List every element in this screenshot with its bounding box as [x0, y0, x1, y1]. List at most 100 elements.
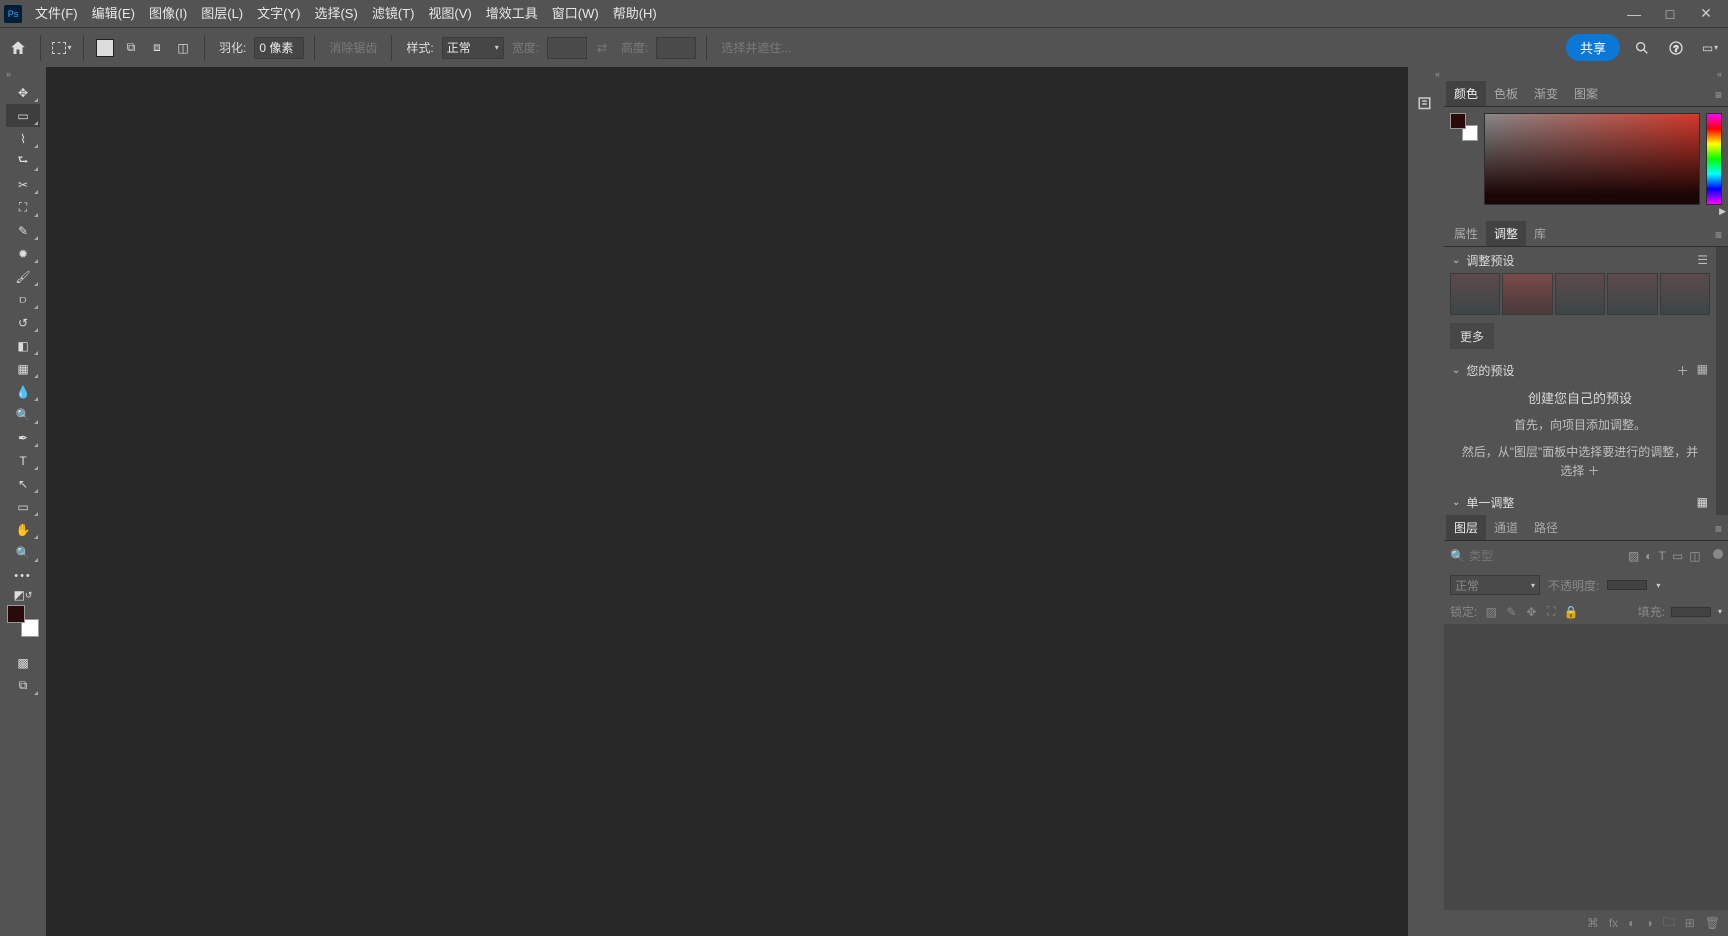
move-tool[interactable]: ✥ [6, 81, 40, 104]
home-button[interactable] [6, 36, 30, 60]
filter-pixel-icon[interactable]: ▨ [1628, 549, 1639, 563]
single-adjust-header[interactable]: ⌄ 单一调整 ▦ [1444, 489, 1716, 515]
add-preset-icon[interactable]: ＋ [1677, 362, 1689, 379]
brush-tool[interactable]: 🖌 [6, 265, 40, 288]
menu-window[interactable]: 窗口(W) [545, 0, 606, 27]
close-button[interactable]: ✕ [1688, 0, 1724, 27]
menu-layer[interactable]: 图层(L) [194, 0, 250, 27]
filter-adjust-icon[interactable]: ◐ [1645, 549, 1652, 563]
tool-preset-picker[interactable]: ▾ [51, 37, 73, 59]
tab-channels[interactable]: 通道 [1486, 515, 1526, 540]
history-brush-tool[interactable]: ↺ [6, 311, 40, 334]
menu-file[interactable]: 文件(F) [28, 0, 85, 27]
marquee-tool[interactable]: ▭ [6, 104, 40, 127]
layers-footer: ⌘ fx ◐ ◑ 🗀 ⊞ 🗑 [1444, 910, 1728, 936]
history-panel-icon[interactable] [1413, 91, 1439, 117]
menu-help[interactable]: 帮助(H) [606, 0, 664, 27]
hand-tool[interactable]: ✋ [6, 518, 40, 541]
filter-toggle[interactable] [1713, 549, 1723, 559]
pen-tool[interactable]: ✒ [6, 426, 40, 449]
filter-shape-icon[interactable]: ▭ [1672, 549, 1683, 563]
healing-brush-tool[interactable]: ✹ [6, 242, 40, 265]
filter-type-icon[interactable]: T [1659, 549, 1666, 563]
screenmode-button[interactable]: ⧉ [6, 674, 40, 697]
tab-gradients[interactable]: 渐变 [1526, 81, 1566, 106]
add-selection-button[interactable]: ⧉ [120, 37, 142, 59]
search-icon[interactable] [1630, 36, 1654, 60]
quickmask-button[interactable]: ▩ [6, 651, 40, 674]
eyedropper-tool[interactable]: ✎ [6, 219, 40, 242]
menu-image[interactable]: 图像(I) [142, 0, 194, 27]
tab-adjustments[interactable]: 调整 [1486, 221, 1526, 246]
chevron-down-icon: ⌄ [1452, 497, 1460, 508]
canvas-area[interactable] [46, 67, 1408, 936]
frame-tool[interactable]: ⛶ [6, 196, 40, 219]
preset-thumb[interactable] [1607, 273, 1657, 315]
more-presets-button[interactable]: 更多 [1450, 323, 1494, 349]
path-select-tool[interactable]: ↖ [6, 472, 40, 495]
type-tool[interactable]: T [6, 449, 40, 472]
zoom-tool[interactable]: 🔍 [6, 541, 40, 564]
layers-list[interactable] [1444, 624, 1728, 910]
blur-tool[interactable]: 💧 [6, 380, 40, 403]
tab-patterns[interactable]: 图案 [1566, 81, 1606, 106]
grid-view-icon[interactable]: ▦ [1697, 495, 1708, 509]
help-icon[interactable]: ? [1664, 36, 1688, 60]
eraser-tool[interactable]: ◧ [6, 334, 40, 357]
toolbar-collapse-handle[interactable]: » [0, 67, 46, 81]
share-button[interactable]: 共享 [1566, 34, 1620, 61]
adjust-presets-header[interactable]: ⌄ 调整预设 ☰ [1444, 247, 1716, 273]
tab-libraries[interactable]: 库 [1526, 221, 1554, 246]
tab-properties[interactable]: 属性 [1446, 221, 1486, 246]
preset-thumb[interactable] [1660, 273, 1710, 315]
preset-thumb[interactable] [1450, 273, 1500, 315]
tab-color[interactable]: 颜色 [1446, 81, 1486, 106]
list-view-icon[interactable]: ☰ [1697, 253, 1708, 267]
object-select-tool[interactable]: ⮑ [6, 150, 40, 173]
menu-select[interactable]: 选择(S) [307, 0, 364, 27]
menu-plugins[interactable]: 增效工具 [479, 0, 545, 27]
adjust-scrollbar[interactable] [1716, 247, 1728, 515]
menu-edit[interactable]: 编辑(E) [85, 0, 142, 27]
menu-type[interactable]: 文字(Y) [250, 0, 307, 27]
intersect-selection-button[interactable]: ◫ [172, 37, 194, 59]
filter-smart-icon[interactable]: ◫ [1689, 549, 1700, 563]
layers-panel-menu-icon[interactable]: ≡ [1709, 518, 1728, 540]
dodge-tool[interactable]: 🔍 [6, 403, 40, 426]
fg-bg-swatch[interactable] [7, 605, 39, 637]
grid-view-icon[interactable]: ▦ [1697, 362, 1708, 379]
clone-stamp-tool[interactable]: ⫐ [6, 288, 40, 311]
rectangle-tool[interactable]: ▭ [6, 495, 40, 518]
middock-collapse-handle[interactable]: « [1408, 67, 1444, 81]
style-select[interactable]: 正常▾ [442, 37, 504, 59]
lasso-tool[interactable]: ⌇ [6, 127, 40, 150]
color-panel-menu-icon[interactable]: ≡ [1709, 84, 1728, 106]
color-fgbg[interactable] [1450, 113, 1478, 141]
minimize-button[interactable]: — [1616, 0, 1652, 27]
tab-layers[interactable]: 图层 [1446, 515, 1486, 540]
new-selection-button[interactable] [94, 37, 116, 59]
subtract-selection-button[interactable]: ⧈ [146, 37, 168, 59]
menu-filter[interactable]: 滤镜(T) [365, 0, 422, 27]
tab-swatches[interactable]: 色板 [1486, 81, 1526, 106]
search-icon[interactable]: 🔍 [1450, 549, 1465, 563]
properties-panel-tabs: 属性 调整 库 ≡ [1444, 221, 1728, 247]
preset-thumb[interactable] [1502, 273, 1552, 315]
edit-toolbar[interactable]: ••• [6, 564, 40, 587]
rightcol-collapse-handle[interactable]: « [1444, 67, 1728, 81]
default-colors-icon[interactable]: ◩ ↺ [6, 587, 40, 603]
workspace-switcher-icon[interactable]: ▭▾ [1698, 36, 1722, 60]
gradient-tool[interactable]: ▦ [6, 357, 40, 380]
your-presets-header[interactable]: ⌄ 您的预设 ＋ ▦ [1444, 357, 1716, 383]
crop-tool[interactable]: ✂ [6, 173, 40, 196]
menu-view[interactable]: 视图(V) [421, 0, 478, 27]
color-picker[interactable] [1484, 113, 1700, 205]
feather-input[interactable] [254, 37, 304, 59]
maximize-button[interactable]: □ [1652, 0, 1688, 27]
fg-color[interactable] [7, 605, 25, 623]
layer-filter-input[interactable] [1469, 545, 1624, 567]
preset-thumb[interactable] [1555, 273, 1605, 315]
properties-panel-menu-icon[interactable]: ≡ [1709, 224, 1728, 246]
tab-paths[interactable]: 路径 [1526, 515, 1566, 540]
hue-slider[interactable] [1706, 113, 1722, 205]
